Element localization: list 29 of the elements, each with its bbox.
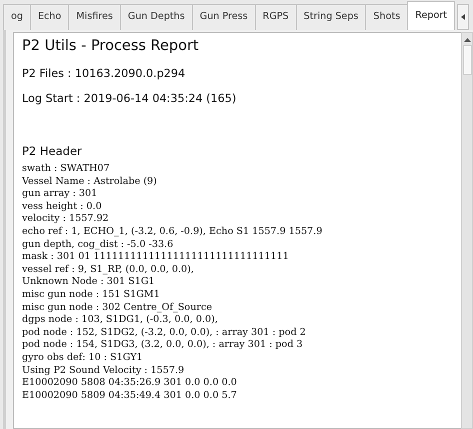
report-line: E10002090 5809 04:35:49.4 301 0.0 0.0 5.7 [22, 390, 238, 402]
report-line: E10002090 5808 04:35:26.9 301 0.0 0.0 0.0 [22, 377, 238, 390]
files-label: P2 Files : 10163.2090.0.p294 [22, 67, 186, 81]
report-line: dgps node : 103, S1DG1, (-0.3, 0.0, 0.0), [22, 314, 219, 327]
tab-scroll-button[interactable] [457, 4, 470, 30]
report-line: misc gun node : 151 S1GM1 [22, 288, 161, 302]
report-line: swath : SWATH07 [22, 163, 111, 176]
log-start-label: Log Start : 2019-06-14 04:35:24 (165) [22, 92, 238, 106]
report-line: vess height : 0.0 [22, 200, 103, 214]
report-line: pod node : 152, S1DG2, (-3.2, 0.0, 0.0), : array 301 : pod 2 [22, 326, 307, 340]
scrollbar-thumb[interactable] [462, 45, 472, 75]
report-line: echo ref : 1, ECHO_1, (-3.2, 0.6, -0.9), Echo S1 1557.9 1557.9 [22, 226, 324, 239]
report-line: mask : 301 01 11111111111111111111111111111111 [22, 251, 290, 264]
report-line: pod node : 154, S1DG3, (3.2, 0.0, 0.0), : array 301 : pod 3 [22, 339, 304, 352]
tab[interactable]: og [3, 4, 31, 30]
report-line: velocity : 1557.92 [22, 213, 110, 226]
report-line: gyro obs def: 10 : S1GY1 [22, 352, 144, 364]
report-line: Unknown Node : 301 S1G1 [22, 276, 156, 289]
report-line: Vessel Name : Astrolabe (9) [22, 176, 158, 188]
report-line: gun depth, cog_dist : -5.0 -33.6 [22, 238, 174, 252]
report-line: vessel ref : 9, S1_RP, (0.0, 0.0, 0.0), [22, 264, 195, 276]
section-heading: P2 Header [22, 144, 83, 158]
report-line: misc gun node : 302 Centre_Of_Source [22, 302, 214, 314]
left-arrow-icon [461, 14, 466, 20]
report-title: P2 Utils - Process Report [22, 37, 200, 55]
tab[interactable]: Report [407, 1, 456, 30]
report-line: gun array : 301 [22, 188, 98, 201]
report-line: Using P2 Sound Velocity : 1557.9 [22, 364, 186, 378]
scroll-up-icon[interactable] [464, 37, 470, 43]
